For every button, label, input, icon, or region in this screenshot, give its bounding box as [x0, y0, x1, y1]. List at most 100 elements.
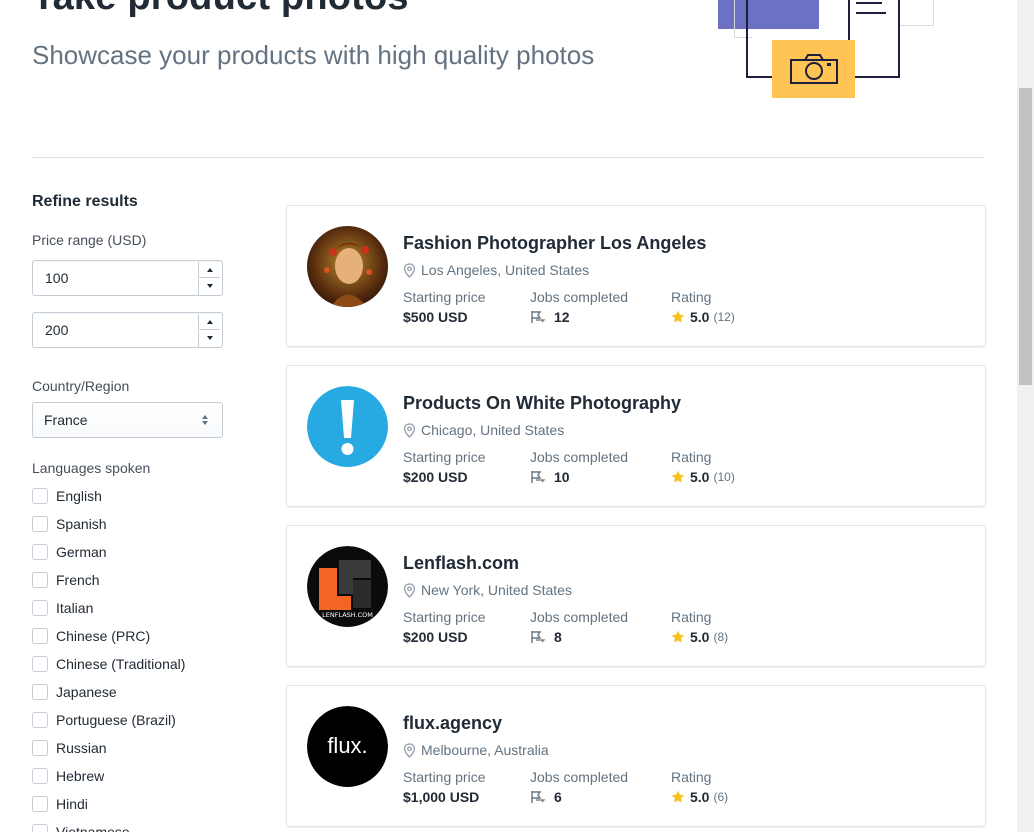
rating: Rating 5.0 (6) — [671, 769, 729, 805]
checkbox[interactable] — [32, 712, 48, 728]
language-option-french[interactable]: French — [32, 566, 232, 594]
page-title: Take product photos — [32, 0, 409, 19]
review-count: (10) — [713, 470, 735, 484]
provider-name[interactable]: Lenflash.com — [403, 553, 519, 574]
scrollbar-thumb[interactable] — [1019, 88, 1032, 385]
language-option-russian[interactable]: Russian — [32, 734, 232, 762]
language-option-japanese[interactable]: Japanese — [32, 678, 232, 706]
checkbox[interactable] — [32, 488, 48, 504]
price-value: $200 USD — [403, 629, 468, 645]
checkbox[interactable] — [32, 824, 48, 832]
location-text: Chicago, United States — [421, 422, 565, 438]
starting-price: Starting price $1,000 USD — [403, 769, 486, 805]
price-max-stepper[interactable] — [198, 313, 222, 347]
increment-icon[interactable] — [198, 262, 220, 278]
checkbox[interactable] — [32, 656, 48, 672]
rating-value: 5.0 — [690, 469, 710, 485]
result-card[interactable]: Products On White Photography Chicago, U… — [286, 365, 986, 507]
price-value: $200 USD — [403, 469, 468, 485]
language-option-hindi[interactable]: Hindi — [32, 790, 232, 818]
jobs-completed: Jobs completed 8 — [530, 609, 629, 645]
rating-value: 5.0 — [690, 629, 710, 645]
checkbox[interactable] — [32, 796, 48, 812]
star-icon — [671, 310, 685, 323]
price-min-input[interactable]: 100 — [32, 260, 223, 296]
checkbox[interactable] — [32, 544, 48, 560]
provider-location: Chicago, United States — [403, 422, 564, 438]
provider-name[interactable]: Fashion Photographer Los Angeles — [403, 233, 706, 254]
star-icon — [671, 470, 685, 483]
illustration-camera-card — [772, 40, 855, 98]
language-option-chinese-prc[interactable]: Chinese (PRC) — [32, 622, 232, 650]
starting-price: Starting price $500 USD — [403, 289, 486, 325]
language-option-vietnamese[interactable]: Vietnamese — [32, 818, 232, 832]
location-pin-icon — [403, 262, 416, 278]
rating-value: 5.0 — [690, 309, 710, 325]
review-count: (8) — [713, 630, 729, 644]
language-option-english[interactable]: English — [32, 482, 232, 510]
decrement-icon[interactable] — [198, 279, 220, 295]
results-list: Fashion Photographer Los Angeles Los Ang… — [286, 205, 986, 832]
decrement-icon[interactable] — [198, 331, 220, 347]
select-chevron-icon — [201, 415, 209, 427]
rating: Rating 5.0 (10) — [671, 449, 735, 485]
result-card[interactable]: flux. flux.agency Melbourne, Australia S… — [286, 685, 986, 827]
starting-price: Starting price $200 USD — [403, 449, 486, 485]
avatar: LENFLASH.COM — [307, 546, 388, 627]
language-option-german[interactable]: German — [32, 538, 232, 566]
flux-logo-text: flux. — [327, 733, 367, 758]
checkbox[interactable] — [32, 600, 48, 616]
language-option-spanish[interactable]: Spanish — [32, 510, 232, 538]
rating: Rating 5.0 (12) — [671, 289, 735, 325]
refine-title: Refine results — [32, 193, 138, 210]
location-pin-icon — [403, 742, 416, 758]
checkbox[interactable] — [32, 740, 48, 756]
hero-illustration — [716, 0, 938, 100]
jobs-completed: Jobs completed 12 — [530, 289, 629, 325]
portrait-photo-icon — [307, 226, 388, 307]
checkbox[interactable] — [32, 768, 48, 784]
jobs-value: 8 — [554, 629, 562, 645]
jobs-value: 6 — [554, 789, 562, 805]
location-text: Melbourne, Australia — [421, 742, 549, 758]
price-value: $500 USD — [403, 309, 468, 325]
avatar — [307, 226, 388, 307]
location-pin-icon — [403, 422, 416, 438]
result-card[interactable]: Fashion Photographer Los Angeles Los Ang… — [286, 205, 986, 347]
location-pin-icon — [403, 582, 416, 598]
price-min-value: 100 — [45, 270, 69, 286]
flag-icon — [531, 791, 546, 803]
provider-location: Los Angeles, United States — [403, 262, 589, 278]
result-card[interactable]: LENFLASH.COM Lenflash.com New York, Unit… — [286, 525, 986, 667]
provider-name[interactable]: Products On White Photography — [403, 393, 681, 414]
rating-value: 5.0 — [690, 789, 710, 805]
price-range-label: Price range (USD) — [32, 232, 147, 248]
provider-location: New York, United States — [403, 582, 572, 598]
checkbox[interactable] — [32, 684, 48, 700]
jobs-completed: Jobs completed 10 — [530, 449, 629, 485]
provider-name[interactable]: flux.agency — [403, 713, 502, 734]
language-option-portuguese-brazil[interactable]: Portuguese (Brazil) — [32, 706, 232, 734]
checkbox[interactable] — [32, 628, 48, 644]
language-option-hebrew[interactable]: Hebrew — [32, 762, 232, 790]
provider-location: Melbourne, Australia — [403, 742, 549, 758]
language-option-italian[interactable]: Italian — [32, 594, 232, 622]
lenflash-logo-text: LENFLASH.COM — [322, 611, 373, 619]
price-max-input[interactable]: 200 — [32, 312, 223, 348]
price-min-stepper[interactable] — [198, 261, 222, 295]
jobs-value: 12 — [554, 309, 570, 325]
language-option-chinese-traditional[interactable]: Chinese (Traditional) — [32, 650, 232, 678]
checkbox[interactable] — [32, 572, 48, 588]
increment-icon[interactable] — [198, 314, 220, 330]
flag-icon — [531, 631, 546, 643]
country-select[interactable]: France — [32, 402, 223, 438]
page-subtitle: Showcase your products with high quality… — [32, 40, 595, 70]
flux-logo-icon: flux. — [307, 706, 388, 787]
star-icon — [671, 790, 685, 803]
avatar: flux. — [307, 706, 388, 787]
header-divider — [32, 157, 985, 158]
page-scrollbar[interactable] — [1017, 0, 1034, 832]
star-icon — [671, 630, 685, 643]
checkbox[interactable] — [32, 516, 48, 532]
languages-list: English Spanish German French Italian Ch… — [32, 482, 232, 832]
